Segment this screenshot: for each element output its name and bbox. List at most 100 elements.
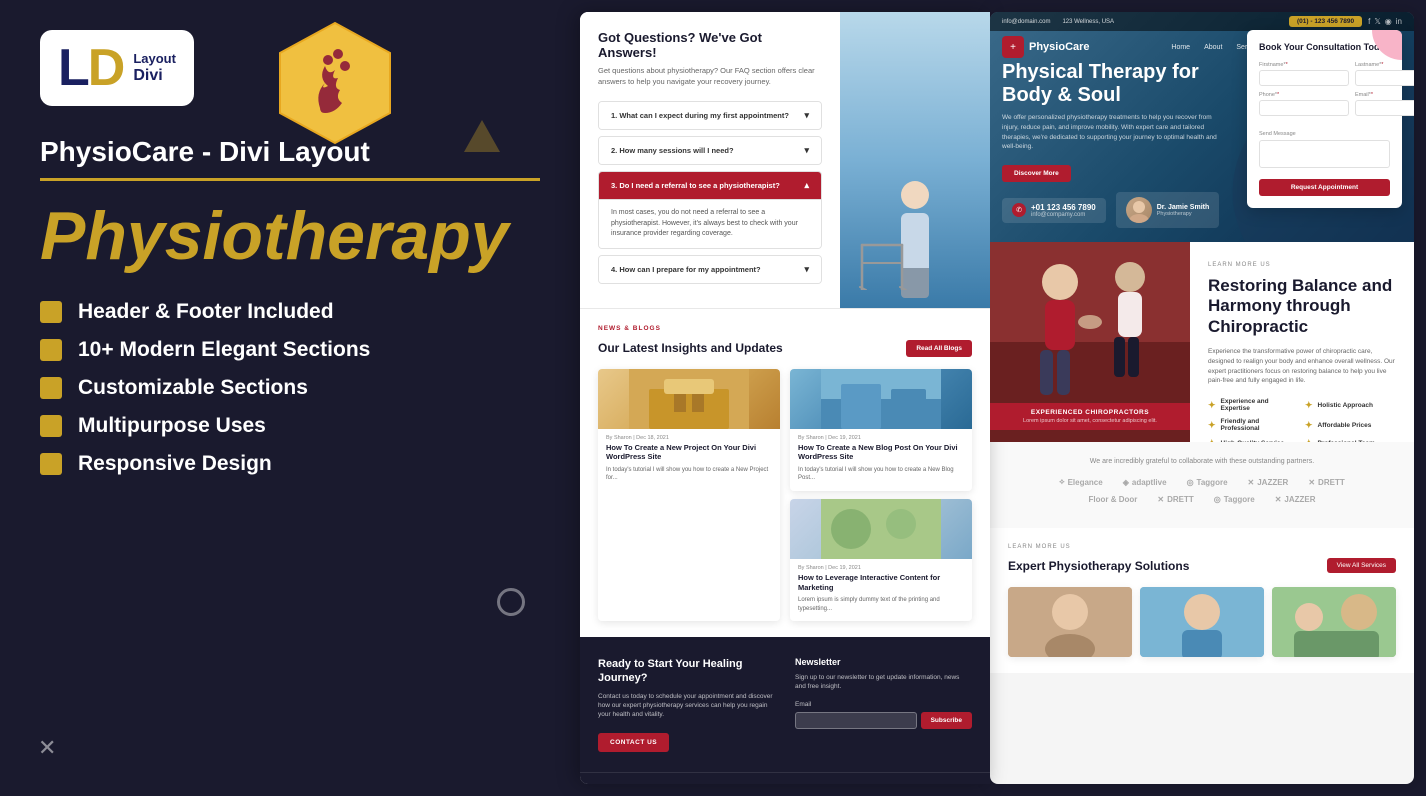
deco-triangle (464, 120, 500, 152)
hero-phone-number: +01 123 456 7890 (1031, 203, 1096, 212)
deco-circle (497, 588, 525, 616)
message-input[interactable] (1259, 140, 1390, 168)
logo-box: LD Layout Divi (40, 30, 194, 106)
feature-icon-4: ✦ (1305, 420, 1313, 431)
topbar-tw-icon: 𝕏 (1374, 17, 1380, 26)
middle-panel: Got Questions? We've Got Answers! Get qu… (580, 12, 990, 784)
rp-hero-title: Physical Therapy for Body & Soul (1002, 61, 1222, 107)
doctor-title: Physiotherapy (1157, 211, 1210, 217)
rp-services-section: LEARN MORE US Expert Physiotherapy Solut… (990, 528, 1414, 673)
lastname-input[interactable] (1355, 70, 1414, 86)
request-appointment-button[interactable]: Request Appointment (1259, 179, 1390, 196)
cta-button[interactable]: CONTACT US (598, 733, 669, 752)
faq-subtitle: Get questions about physiotherapy? Our F… (598, 66, 822, 87)
blog-card-3[interactable]: By Sharon | Dec 19, 2021 How to Leverage… (790, 499, 972, 621)
person-head (901, 181, 929, 209)
feature-icon-3: ✦ (1208, 420, 1216, 431)
partner-jazzer-2: ✕ JAZZER (1275, 495, 1316, 504)
faq-arrow-3: ▴ (804, 180, 809, 191)
nav-home[interactable]: Home (1171, 44, 1190, 51)
partner-drett-icon: ✕ (1308, 478, 1315, 487)
cta-title: Ready to Start Your Healing Journey? (598, 657, 775, 686)
chiro-badge: EXPERIENCED CHIROPRACTORS Lorem ipsum do… (990, 403, 1190, 430)
email-input[interactable] (1355, 100, 1414, 116)
partner-jazzer2-icon: ✕ (1275, 495, 1282, 504)
partners-row-1: ⟡ Elegance ◈ adaptlive ◎ Taggore ✕ JAZZE… (1008, 477, 1396, 487)
chiro-feature-4: ✦ Affordable Prices (1305, 418, 1396, 432)
blog-excerpt-2: In today's tutorial I will show you how … (790, 466, 972, 491)
firstname-input[interactable] (1259, 70, 1349, 86)
view-all-button[interactable]: View All Services (1327, 558, 1396, 573)
faq-area: Got Questions? We've Got Answers! Get qu… (580, 12, 990, 309)
phone-input[interactable] (1259, 100, 1349, 116)
topbar-address: 123 Wellness, USA (1062, 19, 1114, 25)
partners-intro: We are incredibly grateful to collaborat… (1008, 458, 1396, 465)
partner-elegance: ⟡ Elegance (1059, 477, 1102, 487)
chiro-feature-6: ✦ Professional Team (1305, 438, 1396, 442)
faq-hero-image (840, 12, 990, 308)
site-footer: PhysioCare We are on: f 𝕏 ◉ in Services (580, 772, 990, 784)
lastname-label: Lastname* (1355, 62, 1414, 68)
topbar-right: (01) - 123 456 7890 f 𝕏 ◉ in (1289, 16, 1402, 27)
chiro-learn-tag: LEARN MORE US (1208, 262, 1396, 268)
faq-item-1[interactable]: 1. What can I expect during my first app… (598, 101, 822, 130)
topbar-email: info@domain.com (1002, 19, 1050, 25)
service-card-3[interactable] (1272, 587, 1396, 657)
service-card-2[interactable] (1140, 587, 1264, 657)
faq-item-2[interactable]: 2. How many sessions will I need? ▾ (598, 136, 822, 165)
booking-accent (1372, 30, 1402, 60)
hex-brand-icon (270, 18, 400, 148)
hero-phone-info: +01 123 456 7890 info@compamy.com (1031, 203, 1096, 218)
faq-item-4[interactable]: 4. How can I prepare for my appointment?… (598, 255, 822, 284)
blog-tag: NEWS & BLOGS (598, 325, 972, 332)
deco-x: ✕ (38, 735, 56, 761)
phone-icon-bg: ✆ (1012, 203, 1026, 217)
blog-img-2 (790, 369, 972, 429)
features-list: Header & Footer Included 10+ Modern Eleg… (40, 300, 540, 476)
logo-letters: LD (58, 42, 123, 94)
faq-question-1[interactable]: 1. What can I expect during my first app… (599, 102, 821, 129)
newsletter-title: Newsletter (795, 657, 972, 667)
phone-field: Phone* (1259, 92, 1349, 116)
topbar-ig-icon: ◉ (1385, 17, 1392, 26)
subscribe-button[interactable]: Subscribe (921, 712, 972, 729)
read-all-button[interactable]: Read All Blogs (906, 340, 972, 357)
blog-section: NEWS & BLOGS Our Latest Insights and Upd… (580, 309, 990, 638)
newsletter-email-input[interactable] (795, 712, 917, 729)
nav-about[interactable]: About (1204, 44, 1222, 51)
partner-drett-2: ✕ DRETT (1157, 495, 1193, 504)
feature-item-2: 10+ Modern Elegant Sections (40, 338, 540, 362)
blog-card-1[interactable]: By Sharon | Dec 18, 2021 How To Create a… (598, 369, 780, 622)
booking-contact-row: Phone* Email* (1259, 92, 1390, 116)
topbar-fb-icon: f (1368, 17, 1370, 26)
lastname-field: Lastname* (1355, 62, 1414, 86)
faq-arrow-2: ▾ (804, 145, 809, 156)
discover-button[interactable]: Discover More (1002, 165, 1071, 182)
blog-card-title-1: How To Create a New Project On Your Divi… (598, 443, 780, 467)
right-panel[interactable]: info@domain.com 123 Wellness, USA (01) -… (990, 12, 1414, 784)
blog-img-1 (598, 369, 780, 429)
partner-floor-door: Floor & Door (1088, 495, 1137, 504)
phone-label: Phone* (1259, 92, 1349, 98)
hero-phone-pill: ✆ +01 123 456 7890 info@compamy.com (1002, 198, 1106, 223)
service-card-1[interactable] (1008, 587, 1132, 657)
chiro-features-grid: ✦ Experience and Expertise ✦ Holistic Ap… (1208, 398, 1396, 442)
rp-hero-subtitle: We offer personalized physiotherapy trea… (1002, 113, 1222, 152)
faq-question-3[interactable]: 3. Do I need a referral to see a physiot… (599, 172, 821, 199)
partner-jazzer-icon: ✕ (1248, 478, 1255, 487)
bullet-2 (40, 339, 62, 361)
faq-question-4[interactable]: 4. How can I prepare for my appointment?… (599, 256, 821, 283)
partners-row-2: Floor & Door ✕ DRETT ◎ Taggore ✕ JAZZER (1008, 495, 1396, 504)
partner-taggore2-icon: ◎ (1214, 495, 1221, 504)
partner-drett2-icon: ✕ (1157, 495, 1164, 504)
blog-excerpt-1: In today's tutorial I will show you how … (598, 466, 780, 491)
faq-question-2[interactable]: 2. How many sessions will I need? ▾ (599, 137, 821, 164)
partner-taggore: ◎ Taggore (1187, 478, 1228, 487)
partner-drett: ✕ DRETT (1308, 478, 1344, 487)
blog-card-2[interactable]: By Sharon | Dec 19, 2021 How To Create a… (790, 369, 972, 491)
middle-panel-inner[interactable]: Got Questions? We've Got Answers! Get qu… (580, 12, 990, 784)
message-label: Send Message (1259, 131, 1296, 137)
rp-chiro-section: EXPERIENCED CHIROPRACTORS Lorem ipsum do… (990, 242, 1414, 442)
blog-img-3 (790, 499, 972, 559)
faq-item-3[interactable]: 3. Do I need a referral to see a physiot… (598, 171, 822, 249)
